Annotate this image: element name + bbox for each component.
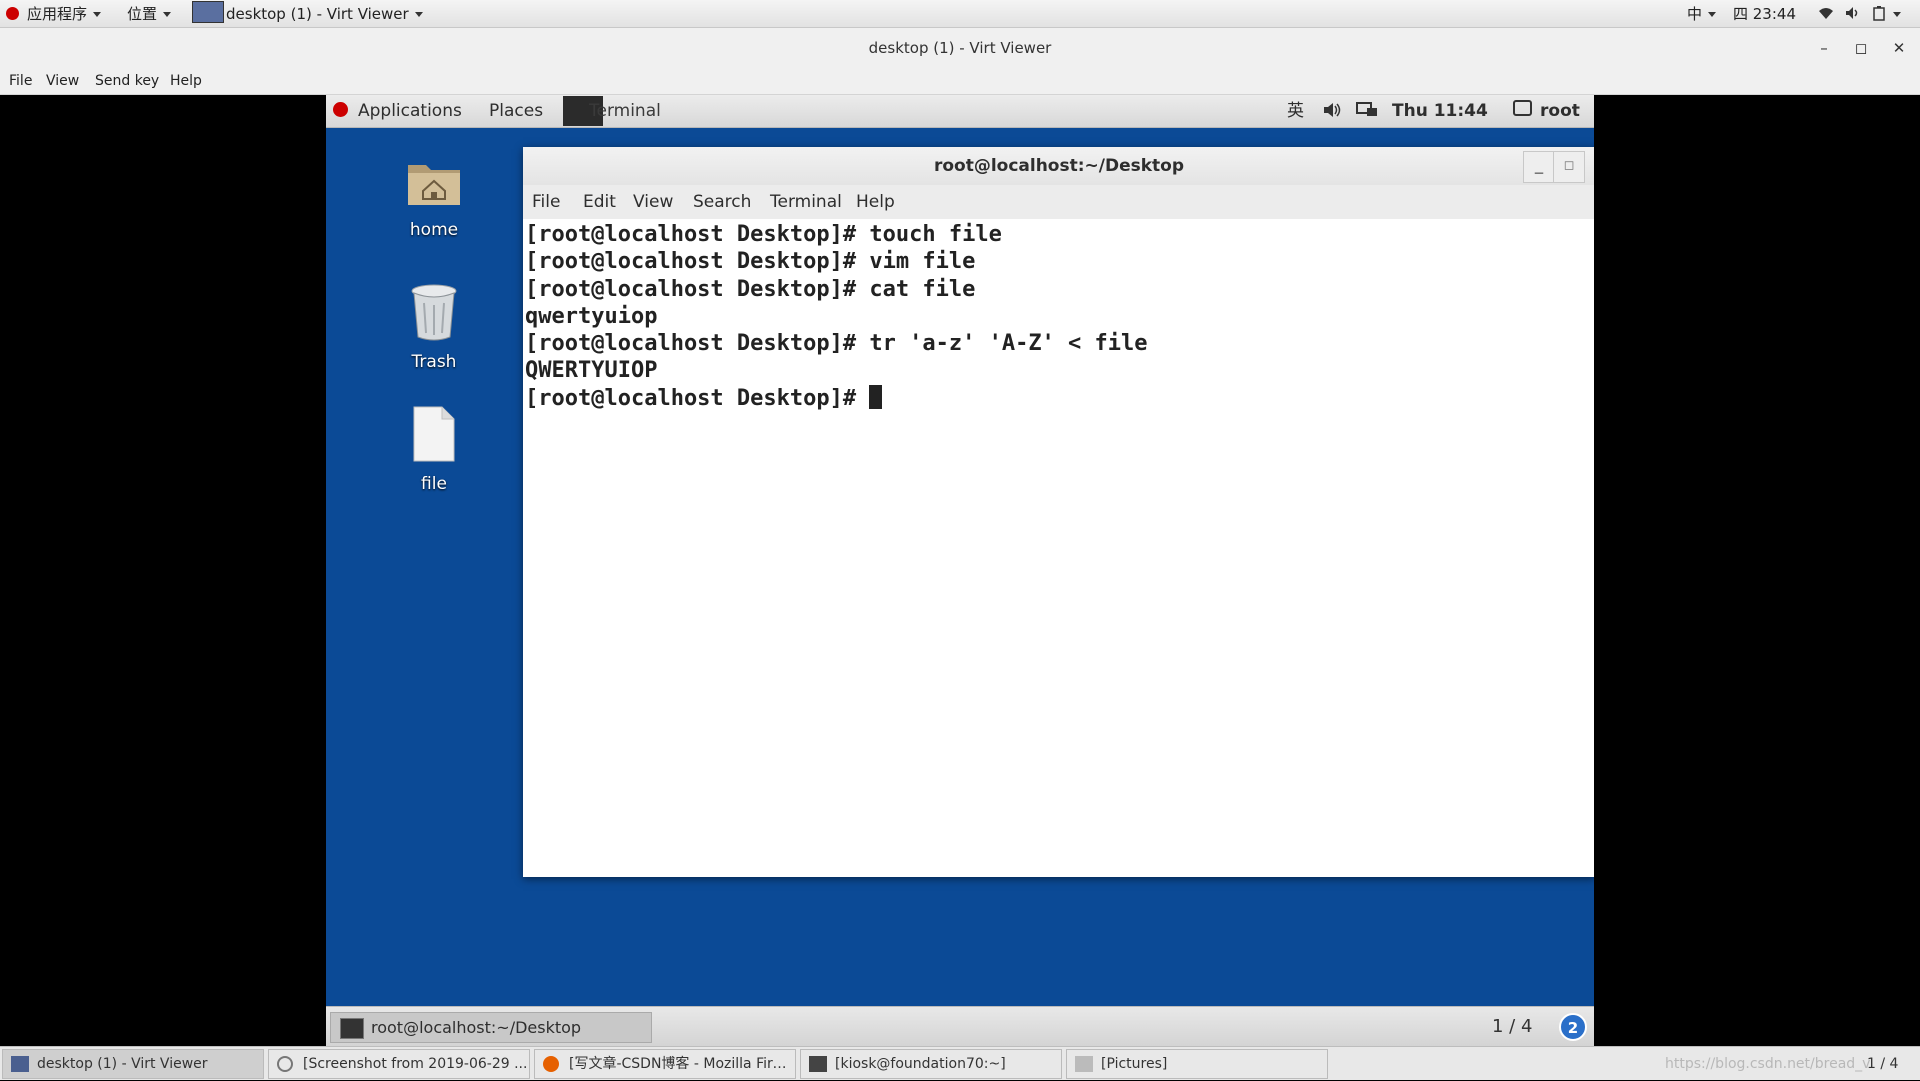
system-menu[interactable]	[1893, 0, 1901, 28]
network-icon[interactable]	[1356, 95, 1378, 128]
terminal-prompt-line[interactable]: [root@localhost Desktop]#	[525, 384, 1594, 412]
terminal-line: QWERTYUIOP	[525, 358, 658, 384]
guest-places-menu[interactable]: Places	[489, 95, 543, 128]
guest-workspace-indicator[interactable]: 1 / 4	[1492, 1007, 1532, 1046]
menu-view[interactable]: View	[46, 68, 79, 94]
virt-viewer-icon	[192, 1, 224, 23]
terminal-title: root@localhost:~/Desktop	[933, 156, 1185, 176]
host-task-firefox[interactable]: [写文章-CSDN博客 - Mozilla Firef...	[534, 1049, 796, 1079]
guest-bottom-panel: root@localhost:~/Desktop 1 / 4 2	[326, 1006, 1594, 1046]
guest-top-panel: Applications Places Terminal 英 Thu 11:44…	[326, 95, 1594, 128]
terminal-line: [root@localhost Desktop]# cat file	[525, 276, 976, 302]
desktop-icon-home[interactable]: home	[379, 157, 489, 240]
host-task-virt-viewer[interactable]: desktop (1) - Virt Viewer	[2, 1049, 264, 1079]
terminal-minimize-button[interactable]: _	[1523, 151, 1555, 183]
terminal-output[interactable]: [root@localhost Desktop]# touch file [ro…	[523, 219, 1594, 877]
menu-file[interactable]: File	[9, 68, 32, 94]
menu-help[interactable]: Help	[170, 68, 202, 94]
host-input-method[interactable]: 中	[1687, 0, 1717, 28]
host-task-screenshot[interactable]: [Screenshot from 2019-06-29 ...	[268, 1049, 530, 1079]
terminal-window[interactable]: root@localhost:~/Desktop _ ◻ File Edit V…	[523, 147, 1594, 877]
redhat-icon	[333, 102, 348, 117]
magnifier-icon	[277, 1056, 293, 1072]
guest-user-menu[interactable]: root	[1513, 95, 1580, 128]
terminal-menu-search[interactable]: Search	[693, 185, 751, 219]
terminal-line: [root@localhost Desktop]# touch file	[525, 222, 1002, 247]
terminal-prompt: [root@localhost Desktop]#	[525, 385, 870, 411]
host-clock[interactable]: 四 23:44	[1733, 0, 1796, 28]
volume-icon[interactable]	[1323, 95, 1343, 128]
terminal-menu-file[interactable]: File	[532, 185, 560, 219]
terminal-icon	[809, 1056, 827, 1072]
host-taskbar: desktop (1) - Virt Viewer [Screenshot fr…	[0, 1046, 1920, 1080]
guest-input-method[interactable]: 英	[1287, 95, 1304, 128]
wifi-icon[interactable]	[1818, 0, 1834, 28]
host-applications-menu[interactable]: 应用程序	[6, 0, 102, 28]
terminal-menubar: File Edit View Search Terminal Help	[523, 185, 1594, 219]
close-button[interactable]: ✕	[1887, 28, 1911, 68]
volume-icon[interactable]	[1845, 0, 1861, 28]
redhat-icon	[6, 7, 19, 20]
terminal-line: [root@localhost Desktop]# vim file	[525, 249, 976, 275]
maximize-button[interactable]: ◻	[1849, 28, 1873, 68]
terminal-menu-edit[interactable]: Edit	[583, 185, 616, 219]
terminal-menu-terminal[interactable]: Terminal	[770, 185, 842, 219]
terminal-cursor	[869, 384, 883, 409]
notification-badge[interactable]: 2	[1559, 1013, 1587, 1041]
desktop-icon-trash[interactable]: Trash	[379, 281, 489, 372]
host-places-menu[interactable]: 位置	[127, 0, 172, 28]
guest-clock[interactable]: Thu 11:44	[1392, 95, 1488, 128]
host-window-menu[interactable]: desktop (1) - Virt Viewer	[192, 0, 423, 28]
terminal-titlebar[interactable]: root@localhost:~/Desktop _ ◻	[523, 147, 1594, 185]
terminal-menu-view[interactable]: View	[633, 185, 673, 219]
battery-icon[interactable]	[1873, 0, 1885, 28]
terminal-menu-help[interactable]: Help	[856, 185, 895, 219]
guest-display[interactable]: Applications Places Terminal 英 Thu 11:44…	[326, 95, 1594, 1046]
virt-viewer-icon	[11, 1056, 29, 1072]
guest-applications-menu[interactable]: Applications	[333, 95, 462, 128]
viewer-titlebar: desktop (1) - Virt Viewer – ◻ ✕	[0, 28, 1920, 68]
menu-send-key[interactable]: Send key	[95, 68, 159, 94]
host-task-terminal[interactable]: [kiosk@foundation70:~]	[800, 1049, 1062, 1079]
trash-icon	[411, 284, 457, 341]
guest-active-window[interactable]: Terminal	[563, 95, 663, 128]
terminal-line: [root@localhost Desktop]# tr 'a-z' 'A-Z'…	[525, 331, 1148, 357]
viewer-title: desktop (1) - Virt Viewer	[868, 39, 1052, 57]
watermark-text: https://blog.csdn.net/bread_v	[1665, 1056, 1871, 1072]
folder-home-icon	[408, 165, 460, 205]
file-icon	[413, 406, 455, 462]
desktop-icon-file[interactable]: file	[379, 405, 489, 494]
terminal-icon	[340, 1018, 364, 1039]
terminal-maximize-button[interactable]: ◻	[1553, 151, 1585, 183]
user-icon	[1513, 100, 1532, 116]
file-manager-icon	[1075, 1056, 1093, 1072]
terminal-line: qwertyuiop	[525, 303, 658, 329]
host-top-panel: 应用程序 位置 desktop (1) - Virt Viewer 中 四 23…	[0, 0, 1920, 28]
firefox-icon	[543, 1056, 559, 1072]
guest-taskbar-terminal[interactable]: root@localhost:~/Desktop	[330, 1012, 652, 1043]
minimize-button[interactable]: –	[1812, 28, 1836, 68]
host-task-pictures[interactable]: [Pictures]	[1066, 1049, 1328, 1079]
viewer-menubar: File View Send key Help	[0, 68, 1920, 95]
host-workspace-indicator[interactable]: 1 / 4	[1867, 1047, 1898, 1081]
